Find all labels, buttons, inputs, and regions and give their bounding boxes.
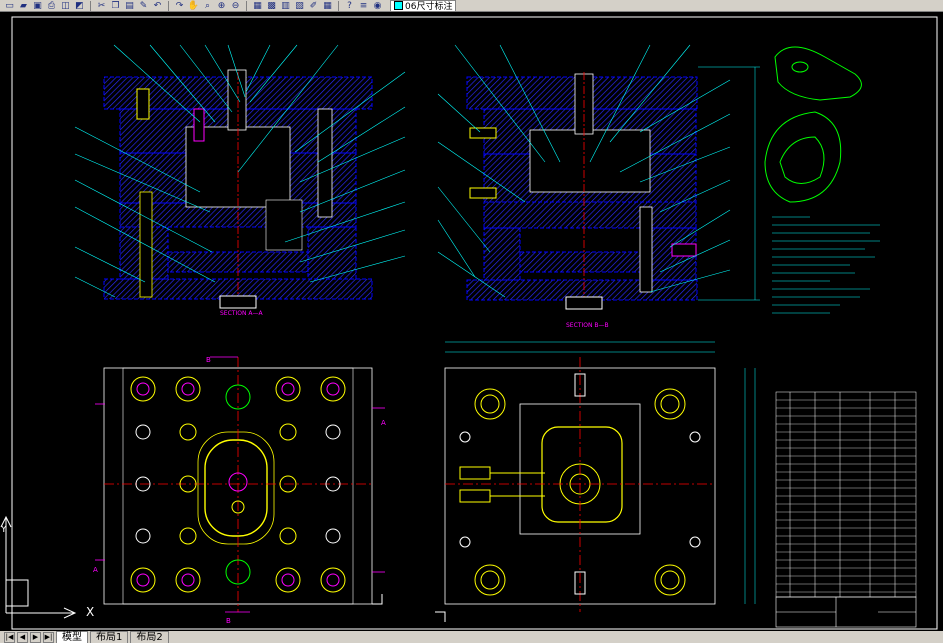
help-icon[interactable]: ? <box>344 1 355 11</box>
tab-layout2[interactable]: 布局2 <box>130 631 169 643</box>
toolbar-separator <box>338 0 339 11</box>
plan-view-right <box>444 357 716 612</box>
section-cut-markers <box>95 356 385 613</box>
toolbar-separator <box>90 0 91 11</box>
screw-head-2 <box>193 108 205 142</box>
b-screw-2 <box>469 187 497 199</box>
open-icon[interactable]: ▰ <box>18 1 29 11</box>
view-corner-mark <box>372 594 383 605</box>
designcenter-icon[interactable]: ▩ <box>266 1 277 11</box>
preview-icon[interactable]: ◫ <box>60 1 71 11</box>
first-tab-icon[interactable]: |◀ <box>4 631 15 643</box>
layer-name: 06尺寸标注 <box>405 2 453 12</box>
new-icon[interactable]: ▭ <box>4 1 15 11</box>
section-b-view: SECTION B—B <box>466 72 698 329</box>
b-spacer-left <box>483 227 521 281</box>
cad-drawing[interactable]: SECTION A—A SECTION B—B A A B B X Y <box>0 12 943 631</box>
screw-head-1 <box>136 88 150 120</box>
b-stop-pin <box>671 243 697 257</box>
cut-label-b-top: B <box>206 356 211 364</box>
redo-icon[interactable]: ↷ <box>174 1 185 11</box>
sprue-bushing <box>227 69 247 131</box>
ejector-pins-block <box>265 199 303 251</box>
locating-ring <box>219 295 257 309</box>
cut-icon[interactable]: ✂ <box>96 1 107 11</box>
calc-icon[interactable]: ▦ <box>322 1 333 11</box>
zoom-window-icon[interactable]: ⊕ <box>216 1 227 11</box>
cut-label-a-left: A <box>93 566 98 574</box>
ucs-x-label: X <box>86 605 94 619</box>
matchprop-icon[interactable]: ✎ <box>138 1 149 11</box>
section-b-label: SECTION B—B <box>566 322 609 329</box>
zoom-realtime-icon[interactable]: ⌕ <box>202 1 213 11</box>
cut-label-a-right: A <box>381 419 386 427</box>
title-block <box>775 596 917 628</box>
tab-model[interactable]: 模型 <box>56 631 88 643</box>
copy-icon[interactable]: ❐ <box>110 1 121 11</box>
properties-icon[interactable]: ▦ <box>252 1 263 11</box>
prev-tab-icon[interactable]: ◀ <box>17 631 28 643</box>
drawing-canvas[interactable]: SECTION A—A SECTION B—B A A B B X Y <box>0 12 943 631</box>
publish-icon[interactable]: ◩ <box>74 1 85 11</box>
ucs-y-label: Y <box>0 525 7 535</box>
markup-icon[interactable]: ✐ <box>308 1 319 11</box>
last-tab-icon[interactable]: ▶| <box>43 631 54 643</box>
guide-pillar-right <box>317 108 333 218</box>
sheetset-icon[interactable]: ▧ <box>294 1 305 11</box>
b-guide-pillar <box>639 206 653 293</box>
b-screw-1 <box>469 127 497 139</box>
paste-icon[interactable]: ▤ <box>124 1 135 11</box>
parts-list-table <box>775 391 917 598</box>
b-support-plate <box>483 201 697 229</box>
pan-icon[interactable]: ✋ <box>188 1 199 11</box>
b-mold-cavity <box>529 129 651 193</box>
toolbar-separator <box>246 0 247 11</box>
plan-left-cavity <box>204 439 268 537</box>
part-isometric-views <box>764 46 862 203</box>
print-icon[interactable]: ⎙ <box>46 1 57 11</box>
cut-label-b-bottom: B <box>226 617 231 625</box>
b-ejector-plate <box>519 251 653 273</box>
toolbar-separator <box>168 0 169 11</box>
tab-layout1[interactable]: 布局1 <box>90 631 129 643</box>
layer-dropdown[interactable]: 06尺寸标注 <box>390 0 457 12</box>
toolpalettes-icon[interactable]: ▥ <box>280 1 291 11</box>
layer-manager-icon[interactable]: ≡ <box>358 1 369 11</box>
standard-toolbar: ▭ ▰ ▣ ⎙ ◫ ◩ ✂ ❐ ▤ ✎ ↶ ↷ ✋ ⌕ ⊕ ⊖ ▦ ▩ ▥ ▧ ✐ ▦? ≡ ◉ 06尺寸标注 <box>0 0 943 12</box>
next-tab-icon[interactable]: ▶ <box>30 631 41 643</box>
guide-pillar-left <box>139 191 153 298</box>
section-a-label: SECTION A—A <box>220 310 263 317</box>
technical-notes <box>772 216 880 314</box>
b-locating-ring <box>565 296 603 310</box>
zoom-previous-icon[interactable]: ⊖ <box>230 1 241 11</box>
save-icon[interactable]: ▣ <box>32 1 43 11</box>
section-a-view: SECTION A—A <box>103 69 373 317</box>
undo-icon[interactable]: ↶ <box>152 1 163 11</box>
layer-state-icon[interactable]: ◉ <box>372 1 383 11</box>
layer-color-swatch <box>394 1 403 10</box>
layout-tabs-bar: |◀ ◀ ▶ ▶| 模型 布局1 布局2 <box>0 631 943 643</box>
view-corner-mark-right <box>435 611 446 622</box>
